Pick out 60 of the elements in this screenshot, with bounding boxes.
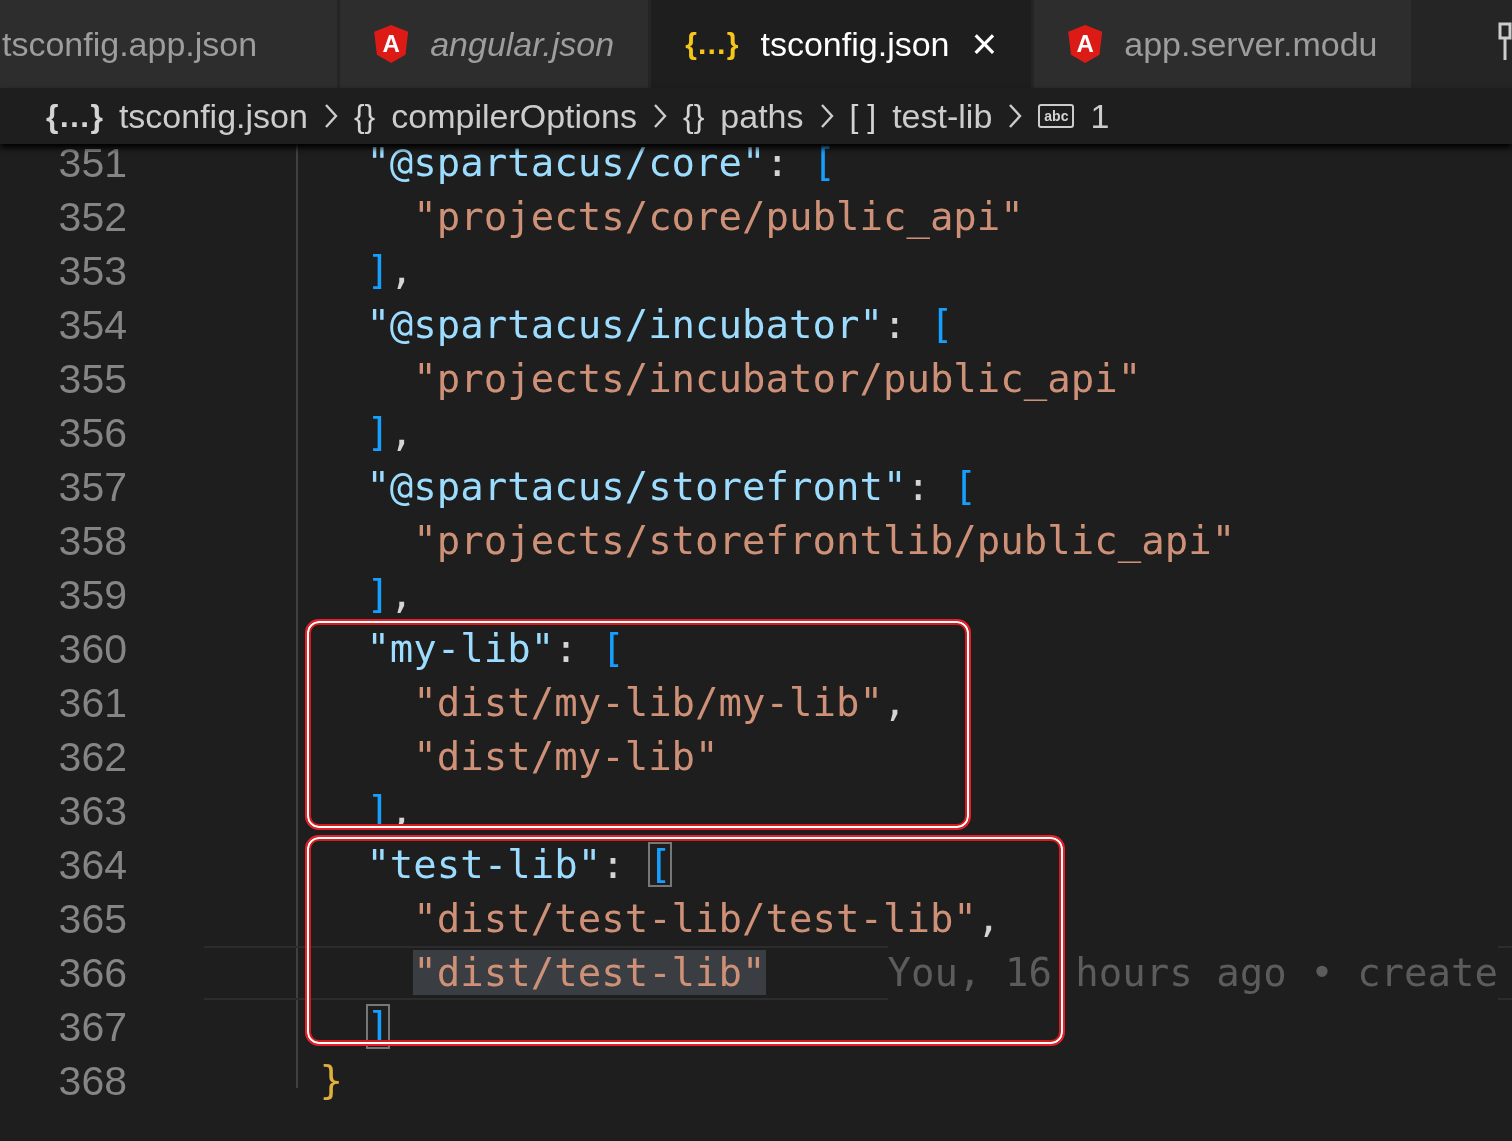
blame-annotation: You, 16 hours ago • create — [887, 946, 1498, 1000]
json-braces-icon: {…} — [685, 27, 739, 61]
code-line: ], — [365, 410, 414, 455]
line-number: 368 — [57, 1057, 128, 1106]
tab-label: app.server.modu — [1124, 24, 1378, 64]
code-line: "dist/my-lib" — [412, 734, 719, 779]
editor-tab[interactable]: A app.server.modu — [1034, 0, 1412, 88]
code-line: "@spartacus/storefront": [ — [365, 464, 977, 509]
line-number: 366 — [57, 949, 128, 998]
chevron-right-icon — [323, 103, 338, 129]
code-line: "projects/core/public_api" — [412, 194, 1024, 239]
line-number: 362 — [57, 733, 128, 782]
code-line: ], — [365, 248, 414, 293]
breadcrumb-item[interactable]: test-lib — [892, 96, 993, 136]
shield-icon: A — [1068, 25, 1103, 63]
code-line: "dist/test-lib/test-lib", — [412, 896, 1001, 941]
object-braces-icon: {} — [353, 97, 376, 135]
array-brackets-icon: [ ] — [849, 97, 877, 135]
json-braces-icon: {…} — [46, 97, 103, 135]
line-number: 356 — [57, 409, 128, 458]
shield-icon: A — [374, 25, 409, 63]
breadcrumb-item[interactable]: tsconfig.json — [118, 96, 308, 136]
tab-label: angular.json — [430, 24, 615, 64]
editor-tab[interactable]: A angular.json — [340, 0, 649, 88]
line-number: 353 — [57, 247, 128, 296]
chevron-right-icon — [819, 103, 834, 129]
line-number: 364 — [57, 841, 128, 890]
code-line: "dist/my-lib/my-lib", — [412, 680, 907, 725]
code-line: "test-lib": [ — [365, 842, 672, 887]
code-line: } — [318, 1058, 343, 1103]
line-number: 358 — [57, 517, 128, 566]
chevron-right-icon — [652, 103, 667, 129]
line-number: 365 — [57, 895, 128, 944]
code-line: ], — [365, 572, 414, 617]
line-number: 360 — [57, 625, 128, 674]
breadcrumb-item[interactable]: 1 — [1090, 96, 1110, 136]
line-number: 361 — [57, 679, 128, 728]
code-line: "@spartacus/incubator": [ — [365, 302, 954, 347]
breadcrumb-item[interactable]: paths — [720, 96, 804, 136]
line-number: 352 — [57, 193, 128, 242]
editor-tab[interactable]: tsconfig.app.json — [0, 0, 338, 88]
chevron-right-icon — [1008, 103, 1023, 129]
code-line: "@spartacus/core": [ — [365, 140, 836, 185]
tab-label: tsconfig.app.json — [2, 24, 258, 64]
close-button[interactable]: × — [971, 22, 998, 66]
string-type-icon: abc — [1038, 104, 1075, 128]
code-line: "my-lib": [ — [365, 626, 625, 671]
code-line: "projects/incubator/public_api" — [412, 356, 1142, 401]
line-number: 357 — [57, 463, 128, 512]
line-number: 351 — [57, 139, 128, 188]
line-number: 359 — [57, 571, 128, 620]
code-line: "projects/storefrontlib/public_api" — [412, 518, 1236, 563]
line-number: 363 — [57, 787, 128, 836]
line-number: 367 — [57, 1003, 128, 1052]
line-number: 354 — [57, 301, 128, 350]
line-number: 355 — [57, 355, 128, 404]
breadcrumb-item[interactable]: compilerOptions — [391, 96, 637, 136]
editor-tab[interactable]: {…} tsconfig.json × — [651, 0, 1032, 88]
tab-label: tsconfig.json — [760, 24, 950, 64]
object-braces-icon: {} — [682, 97, 705, 135]
